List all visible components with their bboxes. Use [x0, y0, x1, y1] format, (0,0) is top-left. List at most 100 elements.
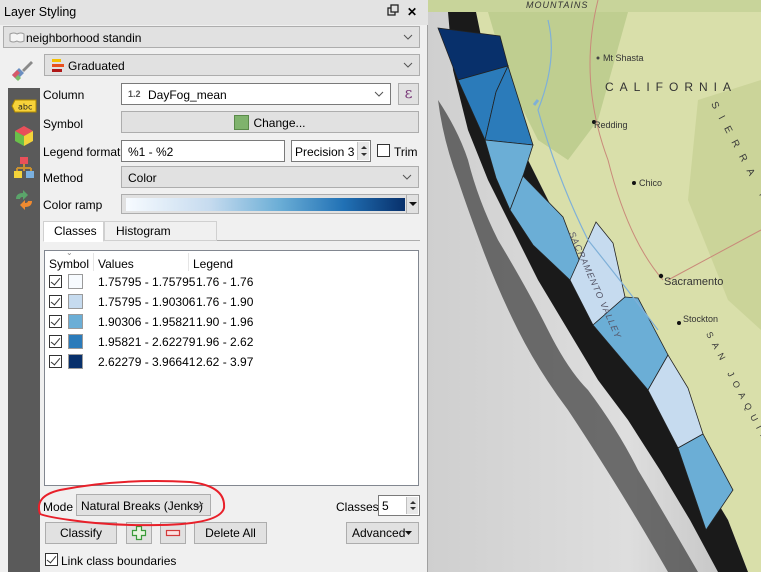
chevron-down-icon — [403, 30, 413, 44]
color-ramp-button[interactable] — [121, 194, 419, 214]
renderer-select[interactable]: Graduated — [44, 54, 420, 76]
mode-value: Natural Breaks (Jenks) — [81, 499, 204, 513]
precision-spinbox[interactable]: Precision 3 — [291, 140, 371, 162]
class-color-swatch[interactable] — [68, 314, 83, 329]
tab-classes[interactable]: Classes — [43, 221, 104, 242]
trim-label: Trim — [394, 145, 418, 159]
map-label-redding: Redding — [594, 120, 628, 130]
chevron-down-icon — [194, 498, 204, 512]
class-values[interactable]: 1.75795 - 1.90306 — [98, 295, 195, 309]
mode-label: Mode — [43, 500, 74, 514]
chevron-down-icon — [374, 87, 384, 101]
classes-count-spinbox[interactable]: 5 — [378, 495, 420, 516]
plus-icon — [131, 525, 147, 544]
panel-title: Layer Styling — [4, 5, 77, 19]
class-visible-checkbox[interactable] — [49, 355, 62, 368]
link-class-boundaries-label: Link class boundaries — [61, 554, 177, 568]
class-legend[interactable]: 1.76 - 1.76 — [196, 275, 253, 289]
classes-count-label: Classes — [336, 500, 379, 514]
class-legend[interactable]: 1.90 - 1.96 — [196, 315, 253, 329]
class-visible-checkbox[interactable] — [49, 315, 62, 328]
style-sidebar: abc — [8, 88, 40, 572]
method-label: Method — [43, 171, 84, 185]
color-ramp-label: Color ramp — [43, 198, 103, 212]
layer-styling-panel: Layer Styling ✕ neighborhood standin Gra… — [0, 0, 428, 572]
class-legend[interactable]: 2.62 - 3.97 — [196, 355, 253, 369]
add-class-button[interactable] — [126, 522, 152, 544]
class-visible-checkbox[interactable] — [49, 275, 62, 288]
change-symbol-button[interactable]: Change... — [121, 111, 419, 133]
change-symbol-label: Change... — [253, 115, 306, 130]
chevron-down-icon — [403, 58, 413, 72]
map-label-mt-shasta: Mt Shasta — [603, 53, 644, 63]
tab-histogram[interactable]: Histogram — [104, 221, 217, 241]
map-label-mountains: MOUNTAINS — [526, 0, 589, 10]
numeric-field-badge: 1.2 — [128, 89, 141, 99]
legend-format-label: Legend format — [43, 145, 121, 159]
diagrams-icon[interactable] — [8, 154, 40, 182]
legend-format-input[interactable]: %1 - %2 — [121, 140, 285, 162]
minus-icon — [165, 529, 181, 544]
advanced-label: Advanced — [352, 526, 406, 540]
graduated-icon — [51, 58, 65, 76]
class-row[interactable]: 1.75795 - 1.75795 1.76 - 1.76 — [45, 272, 418, 292]
expression-button[interactable]: ε — [398, 83, 419, 105]
class-color-swatch[interactable] — [68, 334, 83, 349]
renderer-value: Graduated — [68, 59, 125, 73]
column-label: Column — [43, 88, 85, 102]
sort-indicator-icon: ⌄ — [66, 248, 73, 257]
classify-button[interactable]: Classify — [45, 522, 117, 544]
3d-view-icon[interactable] — [8, 122, 40, 150]
class-color-swatch[interactable] — [68, 274, 83, 289]
symbology-icon[interactable] — [9, 57, 35, 83]
map-label-stockton: Stockton — [683, 314, 719, 324]
chevron-down-icon — [402, 170, 412, 184]
header-symbol[interactable]: Symbol — [49, 257, 89, 271]
classes-table: ⌄ Symbol Values Legend 1.75795 - 1.75795… — [44, 248, 419, 486]
spin-arrows-icon[interactable] — [406, 497, 418, 514]
class-row[interactable]: 2.62279 - 3.96641 2.62 - 3.97 — [45, 352, 418, 372]
panel-titlebar: Layer Styling ✕ — [0, 0, 428, 25]
class-legend[interactable]: 1.96 - 2.62 — [196, 335, 253, 349]
map-label-chico: Chico — [639, 178, 663, 188]
class-values[interactable]: 1.90306 - 1.95821 — [98, 315, 195, 329]
class-color-swatch[interactable] — [68, 294, 83, 309]
column-value: DayFog_mean — [148, 88, 227, 102]
close-icon[interactable]: ✕ — [404, 4, 420, 20]
layer-name: neighborhood standin — [26, 31, 142, 45]
map-label-california: CALIFORNIA — [605, 80, 738, 94]
color-ramp-preview — [126, 198, 405, 211]
class-values[interactable]: 1.75795 - 1.75795 — [98, 275, 195, 289]
link-class-boundaries-checkbox[interactable] — [45, 553, 58, 566]
class-legend[interactable]: 1.76 - 1.90 — [196, 295, 253, 309]
class-color-swatch[interactable] — [68, 354, 83, 369]
layer-select[interactable]: neighborhood standin — [3, 26, 420, 48]
undock-icon[interactable] — [385, 4, 401, 20]
class-values[interactable]: 2.62279 - 3.96641 — [98, 355, 195, 369]
spin-arrows-icon[interactable] — [357, 142, 369, 160]
svg-text:abc: abc — [18, 103, 32, 112]
header-legend[interactable]: Legend — [193, 257, 233, 271]
class-visible-checkbox[interactable] — [49, 335, 62, 348]
trim-checkbox[interactable] — [377, 144, 390, 157]
column-select[interactable]: 1.2 DayFog_mean — [121, 83, 391, 105]
dropdown-arrow-icon[interactable] — [406, 195, 418, 213]
class-visible-checkbox[interactable] — [49, 295, 62, 308]
delete-all-button[interactable]: Delete All — [194, 522, 267, 544]
class-row[interactable]: 1.75795 - 1.90306 1.76 - 1.90 — [45, 292, 418, 312]
remove-class-button[interactable] — [160, 522, 186, 544]
method-value: Color — [128, 171, 157, 185]
header-values[interactable]: Values — [98, 257, 134, 271]
class-values[interactable]: 1.95821 - 2.62279 — [98, 335, 195, 349]
history-icon[interactable] — [8, 186, 40, 214]
mode-select[interactable]: Natural Breaks (Jenks) — [76, 494, 211, 516]
class-row[interactable]: 1.90306 - 1.95821 1.90 - 1.96 — [45, 312, 418, 332]
method-select[interactable]: Color — [121, 166, 419, 188]
polygon-layer-icon — [8, 31, 26, 47]
class-row[interactable]: 1.95821 - 2.62279 1.96 - 2.62 — [45, 332, 418, 352]
map-canvas[interactable]: MOUNTAINS Mt Shasta CALIFORNIA Redding C… — [428, 0, 761, 572]
map-label-sacramento: Sacramento — [664, 276, 724, 288]
symbol-swatch — [234, 115, 250, 131]
advanced-button[interactable]: Advanced — [346, 522, 419, 544]
labels-icon[interactable]: abc — [8, 92, 40, 120]
